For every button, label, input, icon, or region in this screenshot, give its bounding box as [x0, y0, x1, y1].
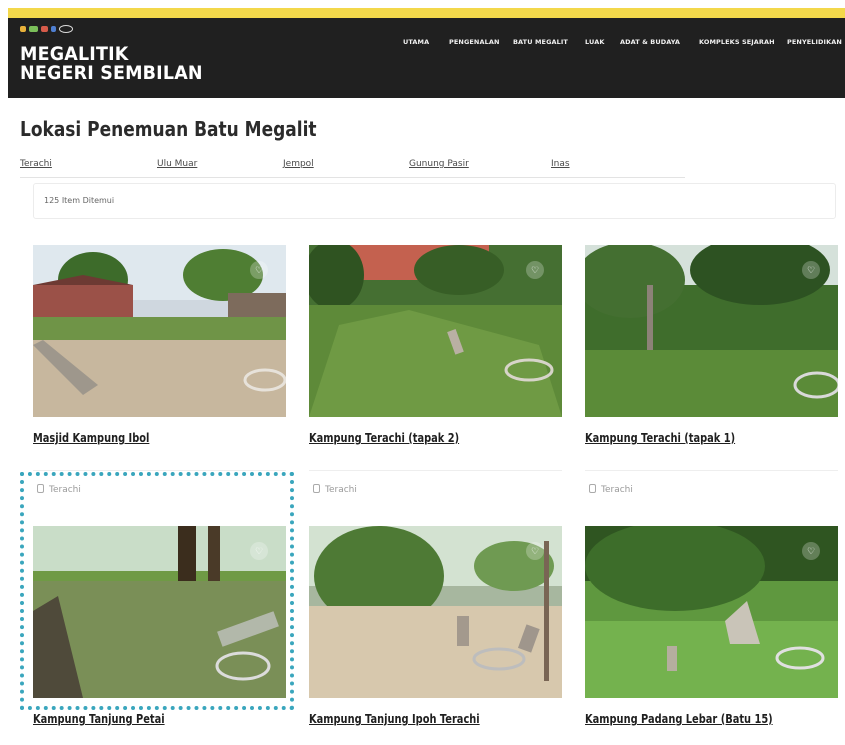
favorite-heart-icon[interactable]: ♡ [526, 542, 544, 560]
site-photo-illustration [33, 526, 286, 698]
site-photo[interactable]: ♡ [585, 245, 838, 417]
map-pin-icon [37, 484, 44, 493]
result-count-box: 125 Item Ditemui [33, 183, 836, 219]
site-card-footer: Terachi [585, 470, 838, 501]
site-photo-illustration [585, 245, 838, 417]
site-location[interactable]: Terachi [589, 484, 633, 495]
site-photo[interactable]: ♡ [33, 526, 286, 698]
site-card-footer: Terachi [33, 470, 286, 501]
nav-batu-megalit[interactable]: BATU MEGALIT [513, 38, 568, 46]
site-title-link[interactable]: Kampung Terachi (tapak 1) [585, 431, 735, 445]
site-title-link[interactable]: Kampung Terachi (tapak 2) [309, 431, 459, 445]
site-photo[interactable]: ♡ [585, 526, 838, 698]
site-title-link[interactable]: Masjid Kampung Ibol [33, 431, 149, 445]
site-title-link[interactable]: Kampung Tanjung Petai [33, 712, 165, 726]
logo-mark-icon [20, 26, 26, 32]
site-photo[interactable]: ♡ [309, 245, 562, 417]
site-photo[interactable]: ♡ [309, 526, 562, 698]
site-header: MEGALITIK NEGERI SEMBILAN UTAMA PENGENAL… [8, 18, 845, 98]
site-card[interactable]: ♡ Masjid Kampung Ibol Terachi [33, 245, 286, 505]
nav-luak[interactable]: LUAK [585, 38, 604, 46]
site-card[interactable]: ♡ Kampung Padang Lebar (Batu 15) [585, 526, 838, 745]
filter-terachi[interactable]: Terachi [20, 159, 52, 169]
site-location-label: Terachi [325, 485, 357, 495]
nav-kompleks-sejarah[interactable]: KOMPLEKS SEJARAH [699, 38, 775, 46]
site-title-link[interactable]: Kampung Tanjung Ipoh Terachi [309, 712, 480, 726]
site-photo[interactable]: ♡ [33, 245, 286, 417]
site-card-footer: Terachi [309, 470, 562, 501]
result-count: 125 Item Ditemui [44, 196, 115, 205]
site-location[interactable]: Terachi [313, 484, 357, 495]
site-photo-illustration [309, 245, 562, 417]
favorite-heart-icon[interactable]: ♡ [802, 261, 820, 279]
filter-jempol[interactable]: Jempol [283, 159, 314, 169]
site-title[interactable]: MEGALITIK NEGERI SEMBILAN [20, 45, 204, 83]
nav-adat-budaya[interactable]: ADAT & BUDAYA [620, 38, 680, 46]
nav-utama[interactable]: UTAMA [403, 38, 429, 46]
site-card[interactable]: ♡ Kampung Tanjung Petai [33, 526, 286, 745]
site-title-link[interactable]: Kampung Padang Lebar (Batu 15) [585, 712, 773, 726]
location-filter-tabs: Terachi Ulu Muar Jempol Gunung Pasir Ina… [20, 159, 685, 178]
top-accent-strip [8, 8, 845, 18]
site-photo-illustration [309, 526, 562, 698]
site-location[interactable]: Terachi [37, 484, 81, 495]
favorite-heart-icon[interactable]: ♡ [250, 542, 268, 560]
site-location-label: Terachi [601, 485, 633, 495]
site-photo-illustration [33, 245, 286, 417]
favorite-heart-icon[interactable]: ♡ [526, 261, 544, 279]
site-card[interactable]: ♡ Kampung Tanjung Ipoh Terachi [309, 526, 562, 745]
logo-mark-icon [29, 26, 38, 32]
logo-mark-icon [41, 26, 48, 32]
nav-pengenalan[interactable]: PENGENALAN [449, 38, 500, 46]
site-photo-illustration [585, 526, 838, 698]
site-location-label: Terachi [49, 485, 81, 495]
filter-gunung-pasir[interactable]: Gunung Pasir [409, 159, 469, 169]
site-card[interactable]: ♡ Kampung Terachi (tapak 1) Terachi [585, 245, 838, 505]
map-pin-icon [313, 484, 320, 493]
nav-penyelidikan[interactable]: PENYELIDIKAN [787, 38, 842, 46]
logo-mark-icon [51, 26, 56, 32]
map-pin-icon [589, 484, 596, 493]
page-title: Lokasi Penemuan Batu Megalit [20, 117, 317, 141]
favorite-heart-icon[interactable]: ♡ [802, 542, 820, 560]
logo-oval-icon [59, 25, 73, 33]
favorite-heart-icon[interactable]: ♡ [250, 261, 268, 279]
filter-ulu-muar[interactable]: Ulu Muar [157, 159, 197, 169]
site-card[interactable]: ♡ Kampung Terachi (tapak 2) Terachi [309, 245, 562, 505]
logo-icons[interactable] [20, 24, 73, 34]
filter-inas[interactable]: Inas [551, 159, 570, 169]
